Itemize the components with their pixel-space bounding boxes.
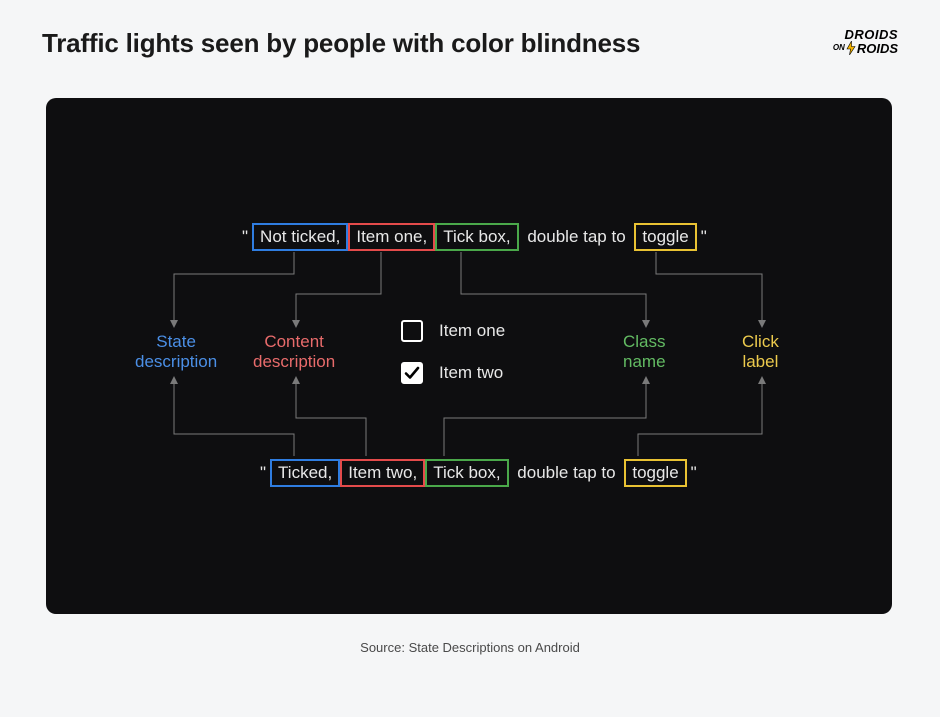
middle-text-bottom: double tap to xyxy=(509,459,625,487)
checkbox-unchecked-icon[interactable] xyxy=(401,320,423,342)
quote-close: " xyxy=(687,459,701,487)
state-box-top: Not ticked, xyxy=(252,223,348,251)
lightning-bolt-icon xyxy=(846,41,856,55)
checkbox-list: Item one Item two xyxy=(401,320,505,384)
logo-line-2: ROIDS xyxy=(857,42,898,55)
item-label: Item one xyxy=(439,321,505,341)
state-box-bottom: Ticked, xyxy=(270,459,340,487)
click-label-label: Click label xyxy=(742,332,779,371)
click-box-bottom: toggle xyxy=(624,459,686,487)
content-box-bottom: Item two, xyxy=(340,459,425,487)
class-box-top: Tick box, xyxy=(435,223,518,251)
quote-open: " xyxy=(256,459,270,487)
brand-logo: DROIDS ON ROIDS xyxy=(833,28,898,55)
state-description-label: State description xyxy=(135,332,217,371)
list-item[interactable]: Item one xyxy=(401,320,505,342)
click-box-top: toggle xyxy=(634,223,696,251)
diagram-panel: " Not ticked, Item one, Tick box, double… xyxy=(46,98,892,614)
quote-open: " xyxy=(238,223,252,251)
class-box-bottom: Tick box, xyxy=(425,459,508,487)
source-caption: Source: State Descriptions on Android xyxy=(0,640,940,655)
list-item[interactable]: Item two xyxy=(401,362,505,384)
logo-on: ON xyxy=(833,44,845,52)
item-label: Item two xyxy=(439,363,503,383)
middle-text-top: double tap to xyxy=(519,223,635,251)
class-name-label: Class name xyxy=(623,332,666,371)
page-title: Traffic lights seen by people with color… xyxy=(42,28,640,59)
content-box-top: Item one, xyxy=(348,223,435,251)
bottom-announcement-strip: " Ticked, Item two, Tick box, double tap… xyxy=(256,458,701,488)
checkbox-checked-icon[interactable] xyxy=(401,362,423,384)
quote-close: " xyxy=(697,223,711,251)
top-announcement-strip: " Not ticked, Item one, Tick box, double… xyxy=(238,222,711,252)
content-description-label: Content description xyxy=(253,332,335,371)
logo-line-1: DROIDS xyxy=(844,28,898,41)
